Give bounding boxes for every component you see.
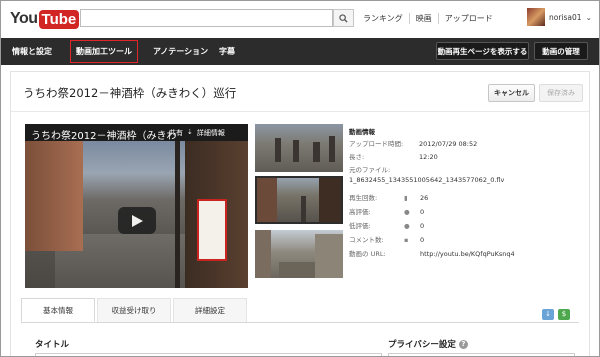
top-links: ランキング 映画 アップロード [363,13,499,24]
editor-panel: うちわ祭2012－神酒枠（みきわく）巡行 キャンセル 保存済み うちわ祭2012… [10,71,590,356]
masthead: You Tube ランキング 映画 アップロード norisa01 ⌄ [1,1,599,38]
url-row: 動画の URL: http://youtu.be/KQfqPuKsnq4 [349,250,515,258]
thumbnail-option-3[interactable] [255,230,343,278]
tab-basic-info[interactable]: 基本情報 [21,298,95,322]
views-row: 再生回数: ▮ 26 [349,194,429,202]
logo-tube-text: Tube [38,9,80,29]
username[interactable]: norisa01 [549,13,582,22]
upload-link[interactable]: アップロード [437,13,499,24]
video-frame-pole [175,141,180,288]
user-menu[interactable]: norisa01 ⌄ [527,8,592,26]
video-manager-button[interactable]: 動画の管理 [534,42,588,60]
thumbs-up-icon: ● [404,208,410,216]
nav-video-enhancements[interactable]: 動画加工ツール [70,40,138,63]
video-frame-sign [197,199,227,261]
chevron-down-icon[interactable]: ⇣ [187,128,193,138]
privacy-select[interactable] [388,353,575,356]
file-label-row: 元のファイル: [349,166,391,174]
divider [11,111,589,112]
player-title: うちわ祭2012－神酒枠（みきわ [31,131,177,142]
comment-icon: ▪ [404,236,409,244]
upload-time-row: アップロード時間: 2012/07/29 08:52 [349,140,478,148]
thumbs-down-icon: ● [404,222,410,230]
player-controls: 共有 ⇣ 詳細情報 [169,128,225,138]
play-icon [132,214,143,227]
search-icon [339,13,348,23]
search-button[interactable] [333,9,354,27]
detail-tabs: 基本情報 収益受け取り 詳細設定 [21,298,579,323]
nav-annotations[interactable]: アノテーション [153,44,208,59]
dollar-icon[interactable]: $ [558,309,570,320]
save-button[interactable]: 保存済み [539,84,583,102]
thumbnail-option-2-selected[interactable] [255,176,343,224]
length-row: 長さ: 12:20 [349,153,438,161]
download-icon[interactable]: ↓ [542,309,554,320]
view-watch-page-button[interactable]: 動画再生ページを表示する [436,42,529,60]
video-url[interactable]: http://youtu.be/KQfqPuKsnq4 [420,250,515,258]
details-link[interactable]: 詳細情報 [197,128,225,138]
bar-chart-icon: ▮ [404,194,408,202]
privacy-label-text: プライバシー設定 [388,340,456,350]
ranking-link[interactable]: ランキング [363,13,409,24]
file-value-row: 1_8632455_1343551005642_1343577062_0.flv [349,176,505,184]
nav-captions[interactable]: 字幕 [219,44,235,59]
video-player[interactable]: うちわ祭2012－神酒枠（みきわ 共有 ⇣ 詳細情報 [25,124,248,288]
title-input[interactable] [35,353,382,356]
info-heading: 動画情報 [349,128,375,136]
page-title: うちわ祭2012－神酒枠（みきわく）巡行 [23,86,237,100]
play-button[interactable] [118,207,156,234]
dislikes-row: 低評価: ● 0 [349,222,425,230]
likes-row: 高評価: ● 0 [349,208,425,216]
search-input[interactable] [80,9,333,27]
movies-link[interactable]: 映画 [408,13,438,24]
logo-you-text: You [10,10,38,27]
video-frame-building [25,141,83,251]
tab-advanced-settings[interactable]: 詳細設定 [173,298,247,322]
avatar[interactable] [527,8,545,26]
title-field-label: タイトル [35,340,70,350]
youtube-logo[interactable]: You Tube [10,8,80,30]
privacy-label: プライバシー設定? [388,338,468,350]
share-link[interactable]: 共有 [169,128,183,138]
comments-row: コメント数: ▪ 0 [349,236,425,244]
tab-monetization[interactable]: 収益受け取り [97,298,171,322]
app-window: You Tube ランキング 映画 アップロード norisa01 ⌄ 情報と設… [0,0,600,357]
thumbnail-option-1[interactable] [255,124,343,172]
help-icon[interactable]: ? [458,340,468,349]
cancel-button[interactable]: キャンセル [488,84,535,102]
editor-nav-bar: 情報と設定 動画加工ツール アノテーション 字幕 動画再生ページを表示する 動画… [1,38,599,65]
nav-info-settings[interactable]: 情報と設定 [12,44,52,59]
chevron-down-icon[interactable]: ⌄ [586,13,592,22]
